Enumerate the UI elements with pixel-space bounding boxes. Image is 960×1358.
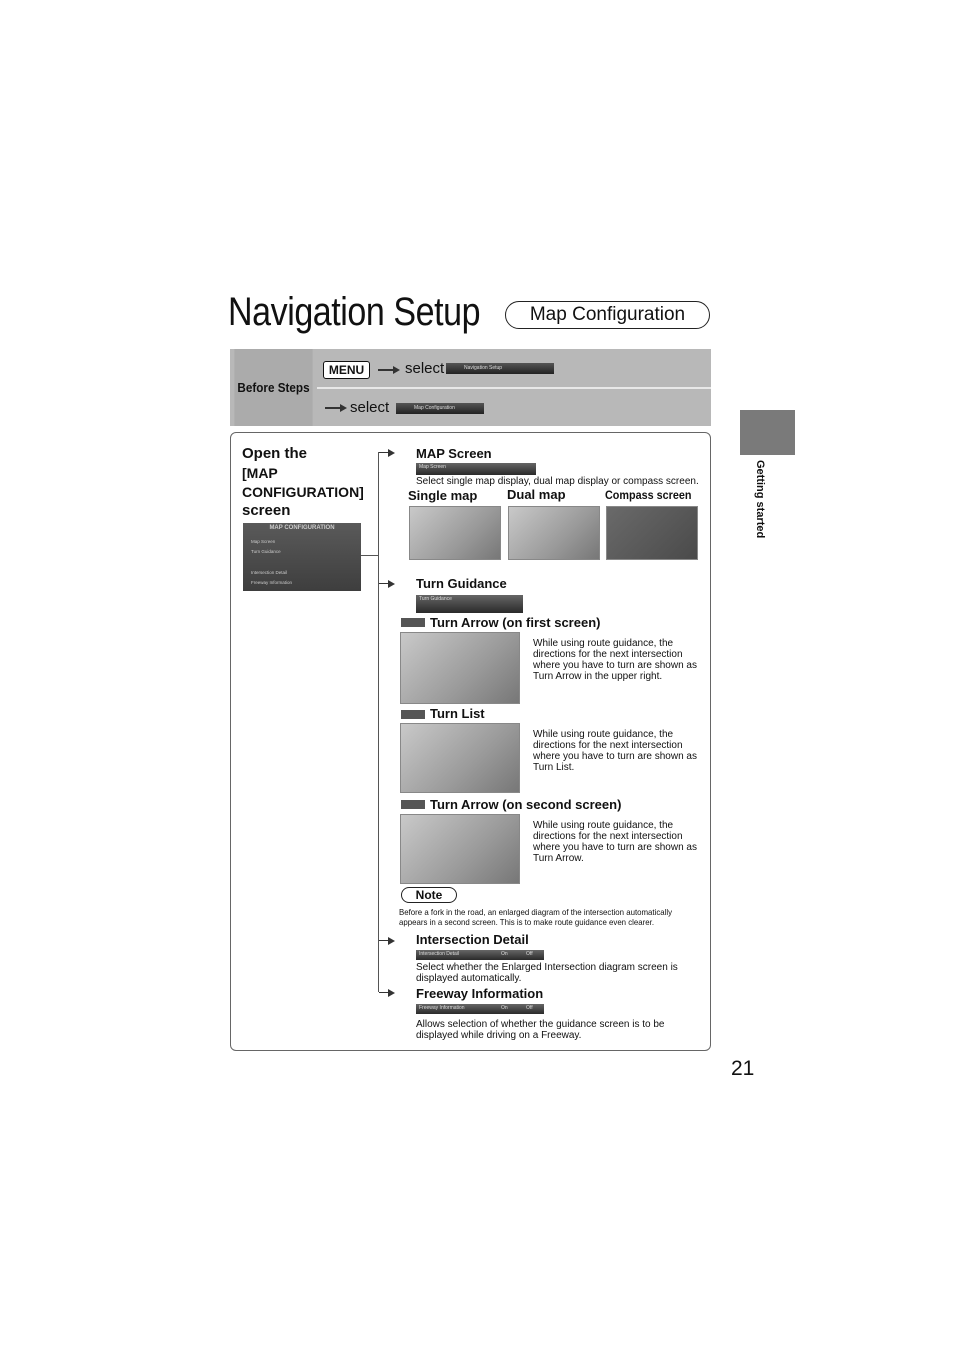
bar-label: Intersection Detail — [419, 951, 460, 957]
divider — [317, 387, 711, 389]
side-tab-marker — [740, 410, 795, 455]
navigation-setup-item: Navigation Setup — [446, 363, 554, 374]
turn-arrow-first-screenshot — [400, 632, 520, 704]
thumb-item: Intersection Detail — [251, 570, 288, 575]
map-screen-description: Select single map display, dual map disp… — [416, 476, 699, 487]
turn-arrow-first-title: Turn Arrow (on first screen) — [430, 615, 601, 630]
arrow-icon — [379, 580, 395, 588]
map-screen-title: MAP Screen — [416, 446, 492, 461]
turn-list-screenshot — [400, 723, 520, 793]
thumb-item: Turn Guidance — [251, 549, 281, 554]
turn-arrow-second-screenshot — [400, 814, 520, 884]
arrow-icon — [379, 937, 395, 945]
thumb-item: Freeway Information — [251, 580, 293, 585]
page-number: 21 — [731, 1057, 755, 1080]
on-option: On — [501, 1005, 508, 1011]
turn-arrow-second-icon — [401, 800, 425, 809]
option-single-map: Single map — [408, 488, 478, 503]
compass-screenshot — [606, 506, 698, 560]
manual-page: Navigation Setup Map Configuration Getti… — [0, 0, 960, 1358]
bar-label: Freeway Information — [419, 1005, 465, 1011]
intersection-detail-title: Intersection Detail — [416, 932, 529, 947]
connector — [378, 452, 379, 992]
open-heading: screen — [242, 502, 291, 519]
open-heading: Open the — [242, 445, 308, 462]
turn-guidance-title: Turn Guidance — [416, 576, 507, 591]
off-option: Off — [526, 1005, 533, 1011]
map-screen-setting-bar: Map Screen — [416, 463, 536, 475]
page-title: Navigation Setup — [228, 290, 481, 334]
content-box: Open the [MAP CONFIGURATION] screen MAP … — [230, 432, 711, 1051]
turn-arrow-first-description: While using route guidance, the directio… — [533, 638, 697, 682]
intersection-detail-description: Select whether the Enlarged Intersection… — [416, 962, 678, 984]
bar-label: Turn Guidance — [419, 596, 452, 602]
arrow-icon — [379, 449, 395, 457]
arrow-icon — [379, 989, 395, 997]
thumb-item: Map Screen — [251, 539, 276, 544]
freeway-information-description: Allows selection of whether the guidance… — [416, 1019, 665, 1041]
map-configuration-item: Map Configuration — [396, 403, 484, 414]
off-option: Off — [526, 951, 533, 957]
turn-arrow-second-description: While using route guidance, the directio… — [533, 820, 697, 864]
note-label: Note — [401, 887, 457, 903]
turn-list-title: Turn List — [430, 706, 485, 721]
dual-map-screenshot — [508, 506, 600, 560]
side-tab-label: Getting started — [754, 460, 766, 539]
intersection-detail-setting-bar: Intersection Detail On Off — [416, 950, 544, 960]
section-pill: Map Configuration — [505, 301, 710, 329]
map-configuration-thumbnail: MAP CONFIGURATION Map Screen Turn Guidan… — [243, 523, 361, 591]
select-text: select — [350, 399, 390, 416]
arrow-icon — [325, 404, 347, 412]
single-map-screenshot — [409, 506, 501, 560]
note-text: Before a fork in the road, an enlarged d… — [399, 908, 673, 927]
option-compass-screen: Compass screen — [605, 488, 692, 502]
bar-label: Map Screen — [419, 464, 446, 470]
thumb-title: MAP CONFIGURATION — [269, 525, 335, 531]
turn-arrow-first-icon — [401, 618, 425, 627]
on-option: On — [501, 951, 508, 957]
menu-button: MENU — [323, 361, 370, 379]
before-steps-label: Before Steps — [234, 349, 313, 426]
before-steps-box: Before Steps MENU select Navigation Setu… — [230, 349, 711, 426]
freeway-information-setting-bar: Freeway Information On Off — [416, 1004, 544, 1014]
connector — [361, 555, 378, 556]
option-dual-map: Dual map — [507, 487, 566, 502]
turn-arrow-second-title: Turn Arrow (on second screen) — [430, 797, 622, 812]
open-heading: [MAP — [242, 465, 278, 481]
turn-list-description: While using route guidance, the directio… — [533, 729, 697, 773]
turn-list-icon — [401, 710, 425, 719]
turn-guidance-setting-bar: Turn Guidance — [416, 595, 523, 613]
arrow-icon — [378, 366, 400, 374]
freeway-information-title: Freeway Information — [416, 986, 544, 1001]
select-text: select — [405, 360, 445, 377]
open-heading: CONFIGURATION] — [242, 484, 364, 500]
